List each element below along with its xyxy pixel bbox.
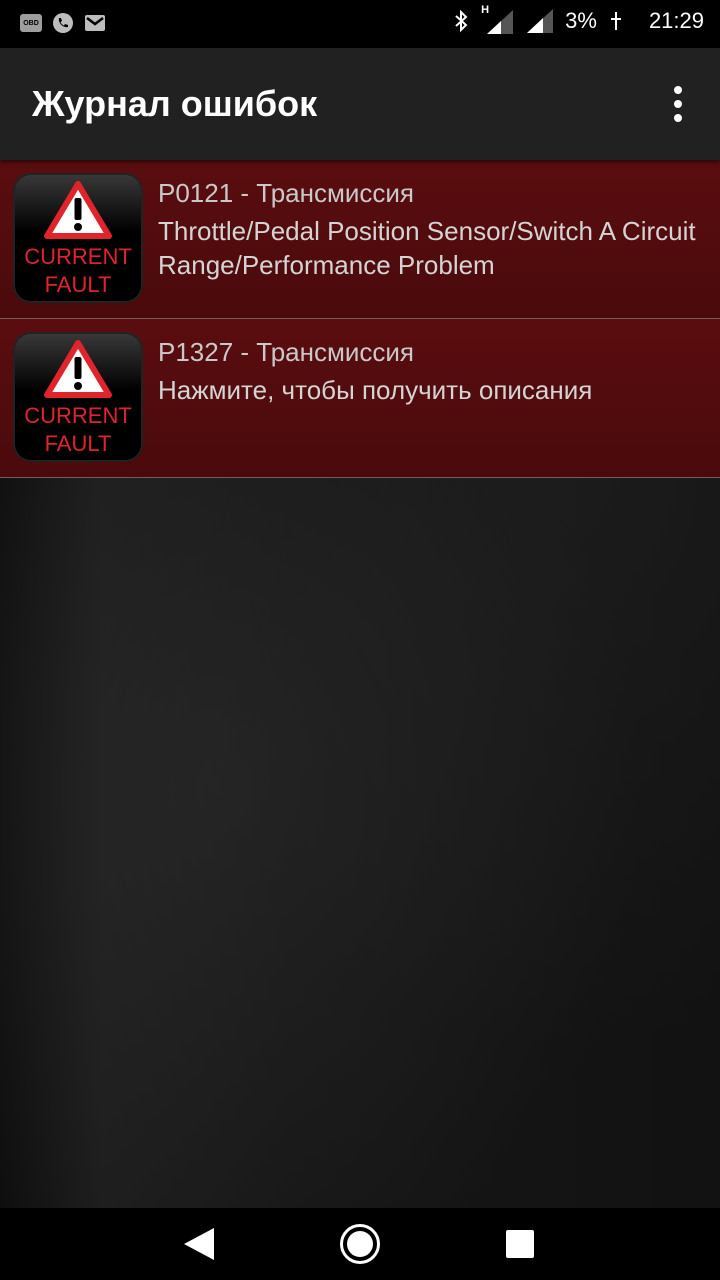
signal-strength-icon-2: [527, 9, 554, 33]
fault-list-item[interactable]: CURRENT FAULT P0121 - Трансмиссия Thrott…: [0, 160, 720, 319]
phone-icon: [53, 13, 73, 33]
page-title: Журнал ошибок: [32, 83, 318, 124]
mail-icon: [85, 15, 105, 31]
fault-log-content: CURRENT FAULT P0121 - Трансмиссия Thrott…: [0, 160, 720, 1208]
battery-percent: 3%: [565, 8, 597, 33]
warning-triangle-icon: [44, 181, 112, 239]
overflow-menu-icon[interactable]: [666, 86, 690, 122]
badge-label-current: CURRENT: [24, 244, 132, 269]
app-bar: Журнал ошибок: [0, 48, 720, 160]
menu-dot: [674, 86, 682, 94]
fault-list-item[interactable]: CURRENT FAULT P1327 - Трансмиссия Нажмит…: [0, 319, 720, 478]
badge-label-current: CURRENT: [24, 403, 132, 428]
clock: 21:29: [648, 8, 704, 33]
recents-icon[interactable]: [506, 1230, 534, 1258]
bluetooth-icon: [455, 9, 468, 33]
charging-icon: [610, 12, 621, 30]
signal-strength-icon: [487, 10, 514, 34]
fault-code: P0121 - Трансмиссия: [158, 178, 414, 208]
status-bar: OBD H 3% 21:29: [0, 0, 720, 48]
fault-description: Нажмите, чтобы получить описания: [158, 375, 593, 405]
warning-triangle-icon: [44, 340, 112, 398]
current-fault-badge: CURRENT FAULT: [13, 332, 143, 462]
fault-list: CURRENT FAULT P0121 - Трансмиссия Thrott…: [0, 160, 720, 478]
fault-description: Throttle/Pedal Position Sensor/Switch A …: [158, 216, 696, 280]
screen: OBD H 3% 21:29 Журнал ошибок CURRENT FAU…: [0, 0, 720, 1280]
badge-label-fault: FAULT: [44, 431, 112, 456]
current-fault-badge: CURRENT FAULT: [13, 173, 143, 303]
back-icon[interactable]: [184, 1228, 214, 1260]
system-nav-bar: [0, 1208, 720, 1280]
obd-app-icon: OBD: [20, 14, 42, 32]
mobile-signal-h: H: [481, 4, 515, 34]
fault-code: P1327 - Трансмиссия: [158, 337, 414, 367]
status-notifications: OBD: [20, 12, 106, 34]
status-indicators: H 3% 21:29: [453, 4, 704, 34]
badge-label-fault: FAULT: [44, 272, 112, 297]
menu-dot: [674, 100, 682, 108]
home-icon[interactable]: [340, 1224, 380, 1264]
menu-dot: [674, 114, 682, 122]
